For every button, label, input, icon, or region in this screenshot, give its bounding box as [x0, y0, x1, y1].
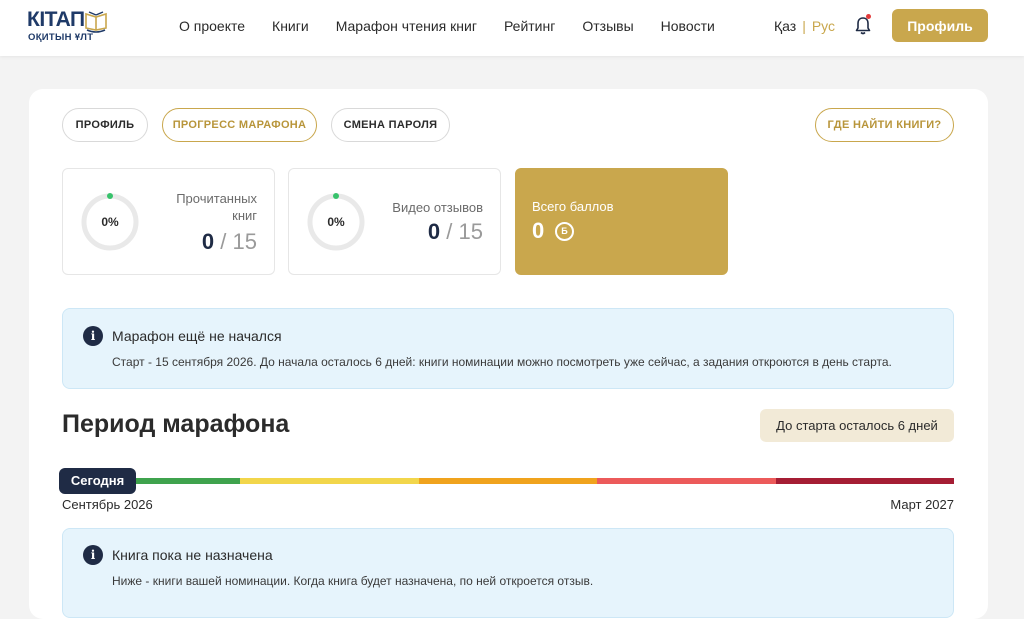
brand-subtitle: ОҚИТЫН ҰЛТ: [28, 32, 94, 43]
points-value: 0: [532, 218, 545, 243]
nav-item-rating[interactable]: Рейтинг: [504, 17, 555, 35]
stat-video-reviews: 0% Видео отзывов 0 / 15: [288, 168, 501, 275]
stat-title-line1: Прочитанных: [176, 191, 257, 206]
notice-book-not-assigned: i Книга пока не назначена Ниже - книги в…: [62, 528, 954, 618]
timeline-end-label: Март 2027: [890, 497, 954, 512]
site-header: КІТАП ОҚИТЫН ҰЛТ О проекте Книги Марафон…: [0, 0, 1024, 56]
lang-ru[interactable]: Рус: [812, 18, 835, 34]
notice-title: Марафон ещё не начался: [112, 328, 282, 344]
open-book-icon: [85, 11, 107, 33]
notice-marathon-not-started: i Марафон ещё не начался Старт - 15 сент…: [62, 308, 954, 389]
today-marker: Сегодня: [59, 468, 136, 494]
nav-item-news[interactable]: Новости: [661, 17, 715, 35]
profile-button[interactable]: Профиль: [892, 9, 988, 42]
notification-dot: [866, 14, 871, 19]
stat-total: 15: [458, 219, 483, 244]
marathon-timeline: [62, 478, 955, 484]
nav-item-reviews[interactable]: Отзывы: [582, 17, 633, 35]
stat-current: 0: [201, 229, 215, 254]
info-icon: i: [83, 545, 103, 565]
countdown-badge: До старта осталось 6 дней: [760, 409, 954, 442]
timeline-segment: [597, 478, 776, 484]
info-icon: i: [83, 326, 103, 346]
where-to-find-books-button[interactable]: ГДЕ НАЙТИ КНИГИ?: [815, 108, 954, 142]
lang-separator: |: [802, 18, 806, 34]
brand-name: КІТАП: [27, 8, 85, 31]
stat-title: Видео отзывов: [392, 200, 483, 215]
timeline-start-label: Сентябрь 2026: [62, 497, 153, 512]
nav-item-marathon[interactable]: Марафон чтения книг: [336, 17, 477, 35]
stat-total: 15: [232, 229, 257, 254]
timeline-segment: [418, 478, 598, 484]
points-badge-icon: Б: [555, 222, 574, 241]
notice-text: Старт - 15 сентября 2026. До начала оста…: [112, 355, 892, 369]
nav-item-about[interactable]: О проекте: [179, 17, 245, 35]
stat-title-line2: книг: [232, 208, 257, 223]
tab-profile[interactable]: ПРОФИЛЬ: [62, 108, 148, 142]
bell-icon[interactable]: [854, 16, 872, 36]
timeline-segment: [240, 478, 419, 484]
notice-text: Ниже - книги вашей номинации. Когда книг…: [112, 574, 594, 588]
main-nav: О проекте Книги Марафон чтения книг Рейт…: [179, 17, 742, 35]
notice-title: Книга пока не назначена: [112, 547, 273, 563]
stat-value: 0 / 15: [202, 229, 257, 255]
brand-logo[interactable]: КІТАП ОҚИТЫН ҰЛТ: [27, 6, 117, 46]
points-title: Всего баллов: [532, 199, 614, 214]
nav-item-books[interactable]: Книги: [272, 17, 309, 35]
stat-books-read: 0% Прочитанных книг 0 / 15: [62, 168, 275, 275]
stat-slash: /: [446, 219, 453, 244]
timeline-segment: [775, 478, 955, 484]
lang-kz[interactable]: Қаз: [774, 18, 796, 34]
tab-change-password[interactable]: СМЕНА ПАРОЛЯ: [331, 108, 450, 142]
stat-current: 0: [427, 219, 441, 244]
language-switcher: Қаз | Рус: [774, 17, 835, 35]
stat-total-points: Всего баллов 0 Б: [515, 168, 728, 275]
progress-percent: 0%: [327, 215, 345, 229]
tab-marathon-progress[interactable]: ПРОГРЕСС МАРАФОНА: [162, 108, 317, 142]
period-title: Период марафона: [62, 410, 290, 438]
stat-value: 0 / 15: [428, 219, 483, 245]
stat-slash: /: [220, 229, 227, 254]
progress-percent: 0%: [101, 215, 119, 229]
